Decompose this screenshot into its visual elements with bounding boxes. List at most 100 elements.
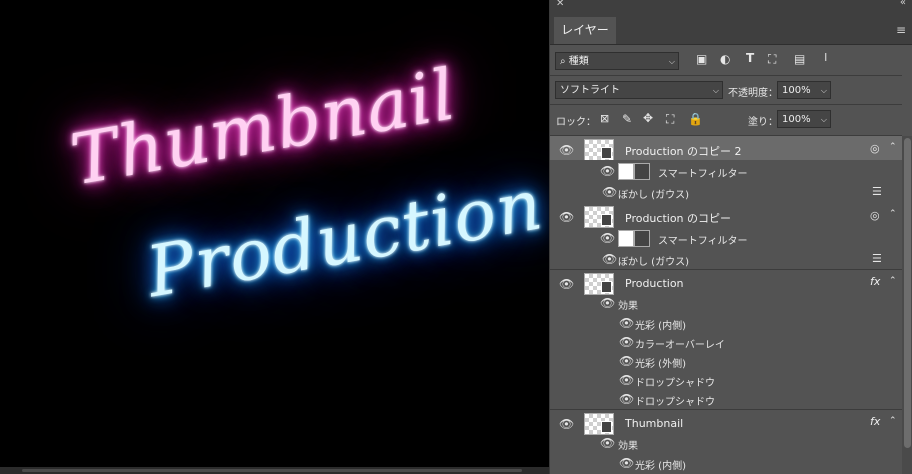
fx-icon[interactable]: fx <box>870 415 880 428</box>
layer-row-production-copy-2[interactable]: 👁 Production のコピー 2 ◎ ⌃ 👁 スマートフィルター 👁 ぼか… <box>550 136 902 203</box>
filter-item-row[interactable]: 👁 ぼかし (ガウス) ☰ <box>550 182 902 203</box>
fill-input[interactable]: 100% ⌵ <box>777 110 831 128</box>
visibility-eye-icon[interactable]: 👁 <box>600 231 615 245</box>
blend-mode-value: ソフトライト <box>560 85 620 96</box>
layer-name[interactable]: Production <box>625 277 684 290</box>
tab-layers[interactable]: レイヤー <box>554 17 616 44</box>
opacity-input[interactable]: 100% ⌵ <box>777 81 831 99</box>
filter-mask-thumbnail[interactable] <box>618 163 634 180</box>
smart-filter-row[interactable]: 👁 スマートフィルター <box>550 160 902 182</box>
blend-mode-select[interactable]: ソフトライト ⌵ <box>555 81 723 99</box>
layer-row-thumbnail[interactable]: 👁 Thumbnail fx ⌃ 👁 効果 👁 光彩 (内側) <box>550 410 902 474</box>
smart-filter-label: スマートフィルター <box>658 169 748 180</box>
smart-object-filter-icon[interactable]: ▤ <box>794 52 805 66</box>
lock-transparent-pixels-icon[interactable]: ⊠ <box>600 112 609 125</box>
filter-mask-thumbnail[interactable] <box>618 230 634 247</box>
chevron-down-icon[interactable]: ⌵ <box>821 111 827 129</box>
filter-kind-value: 種類 <box>568 56 589 67</box>
effect-item[interactable]: ドロップシャドウ <box>635 374 715 389</box>
visibility-eye-icon[interactable]: 👁 <box>600 436 615 450</box>
chevron-down-icon[interactable]: ⌵ <box>821 82 827 100</box>
lock-all-icon[interactable]: 🔒 <box>688 112 703 126</box>
effect-item[interactable]: カラーオーバーレイ <box>635 336 725 351</box>
filter-row: ⌕ 種類 ⌵ ▣ ◐ T ⛶ ▤ ⏽ <box>550 45 912 75</box>
effect-item[interactable]: 光彩 (内側) <box>635 317 686 332</box>
visibility-eye-icon[interactable]: 👁 <box>619 373 634 387</box>
fill-label: 塗り： <box>748 117 778 128</box>
shape-layer-filter-icon[interactable]: ⛶ <box>768 52 776 67</box>
smart-filter-row[interactable]: 👁 スマートフィルター <box>550 227 902 249</box>
smart-object-badge-icon <box>601 214 612 226</box>
type-layer-filter-icon[interactable]: T <box>746 51 754 65</box>
fx-icon[interactable]: fx <box>870 275 880 288</box>
layers-panel: ✕ « レイヤー ≡ ⌕ 種類 ⌵ ▣ ◐ T ⛶ ▤ ⏽ ソフトライト ⌵ 不… <box>549 0 912 474</box>
layer-thumbnail <box>584 413 614 435</box>
close-panel-icon[interactable]: ✕ <box>556 0 564 9</box>
pixel-layer-filter-icon[interactable]: ▣ <box>696 52 707 66</box>
visibility-eye-icon[interactable]: 👁 <box>619 456 634 470</box>
neon-text-thumbnail: Thumbnail <box>64 53 462 202</box>
visibility-eye-icon[interactable]: 👁 <box>619 316 634 330</box>
adjustment-layer-filter-icon[interactable]: ◐ <box>720 52 730 66</box>
layers-scrollbar[interactable] <box>902 136 912 474</box>
panel-tab-row: レイヤー ≡ <box>550 11 912 45</box>
layer-row-production[interactable]: 👁 Production fx ⌃ 👁 効果 👁 光彩 (内側) 👁 カラーオー… <box>550 270 902 410</box>
smart-object-badge-icon <box>601 281 612 293</box>
chevron-down-icon: ⌵ <box>712 86 719 95</box>
blend-row: ソフトライト ⌵ 不透明度： 100% ⌵ <box>550 76 912 104</box>
lock-label: ロック： <box>556 117 596 128</box>
visibility-eye-icon[interactable]: 👁 <box>619 354 634 368</box>
collapse-panel-icon[interactable]: « <box>900 0 906 8</box>
search-icon: ⌕ <box>560 56 566 67</box>
visibility-eye-icon[interactable]: 👁 <box>602 252 617 266</box>
filter-blending-options-icon[interactable]: ☰ <box>872 252 882 265</box>
lock-image-pixels-icon[interactable]: ✎ <box>622 112 632 126</box>
layer-name[interactable]: Production のコピー <box>625 210 731 226</box>
lock-artboard-icon[interactable]: ⛶ <box>666 112 674 127</box>
filter-kind-select[interactable]: ⌕ 種類 ⌵ <box>555 52 679 70</box>
filter-toggle-icon[interactable]: ⏽ <box>821 50 831 65</box>
smart-object-badge-icon <box>601 421 612 433</box>
effect-item[interactable]: 光彩 (内側) <box>635 457 686 472</box>
effects-label: 効果 <box>618 301 638 312</box>
visibility-eye-icon[interactable]: 👁 <box>619 392 634 406</box>
scrollbar-thumb[interactable] <box>22 469 522 472</box>
collapse-arrow-icon[interactable]: ⌃ <box>889 416 897 426</box>
filter-mask-link-icon <box>634 163 650 180</box>
visibility-eye-icon[interactable]: 👁 <box>559 143 574 157</box>
horizontal-scrollbar[interactable] <box>0 467 549 474</box>
visibility-eye-icon[interactable]: 👁 <box>600 296 615 310</box>
filter-mask-link-icon <box>634 230 650 247</box>
visibility-eye-icon[interactable]: 👁 <box>559 417 574 431</box>
layer-name[interactable]: Production のコピー 2 <box>625 143 742 159</box>
filter-blending-options-icon[interactable]: ☰ <box>872 185 882 198</box>
layer-name[interactable]: Thumbnail <box>625 417 683 430</box>
visibility-eye-icon[interactable]: 👁 <box>619 335 634 349</box>
effect-item[interactable]: 光彩 (外側) <box>635 355 686 370</box>
layer-row-production-copy[interactable]: 👁 Production のコピー ◎ ⌃ 👁 スマートフィルター 👁 ぼかし … <box>550 203 902 270</box>
visibility-eye-icon[interactable]: 👁 <box>600 164 615 178</box>
layer-thumbnail <box>584 273 614 295</box>
filter-item-label[interactable]: ぼかし (ガウス) <box>618 186 689 201</box>
panel-menu-icon[interactable]: ≡ <box>896 23 906 37</box>
document-canvas[interactable]: Thumbnail Production <box>0 0 549 474</box>
layers-list: 👁 Production のコピー 2 ◎ ⌃ 👁 スマートフィルター 👁 ぼか… <box>550 136 902 474</box>
lock-position-icon[interactable]: ✥ <box>643 111 653 125</box>
effects-label: 効果 <box>618 441 638 452</box>
visibility-eye-icon[interactable]: 👁 <box>602 185 617 199</box>
neon-text-production: Production <box>140 163 549 314</box>
collapse-arrow-icon[interactable]: ⌃ <box>889 276 897 286</box>
filter-item-label[interactable]: ぼかし (ガウス) <box>618 253 689 268</box>
visibility-eye-icon[interactable]: 👁 <box>559 277 574 291</box>
chevron-down-icon: ⌵ <box>668 57 675 66</box>
smart-object-badge-icon <box>601 147 612 159</box>
effect-item[interactable]: ドロップシャドウ <box>635 393 715 408</box>
layer-thumbnail <box>584 139 614 161</box>
collapse-arrow-icon[interactable]: ⌃ <box>889 142 897 152</box>
smart-object-link-icon: ◎ <box>870 142 880 155</box>
filter-item-row[interactable]: 👁 ぼかし (ガウス) ☰ <box>550 249 902 270</box>
layers-scrollbar-thumb[interactable] <box>904 138 911 448</box>
visibility-eye-icon[interactable]: 👁 <box>559 210 574 224</box>
opacity-value: 100% <box>782 85 811 96</box>
collapse-arrow-icon[interactable]: ⌃ <box>889 209 897 219</box>
